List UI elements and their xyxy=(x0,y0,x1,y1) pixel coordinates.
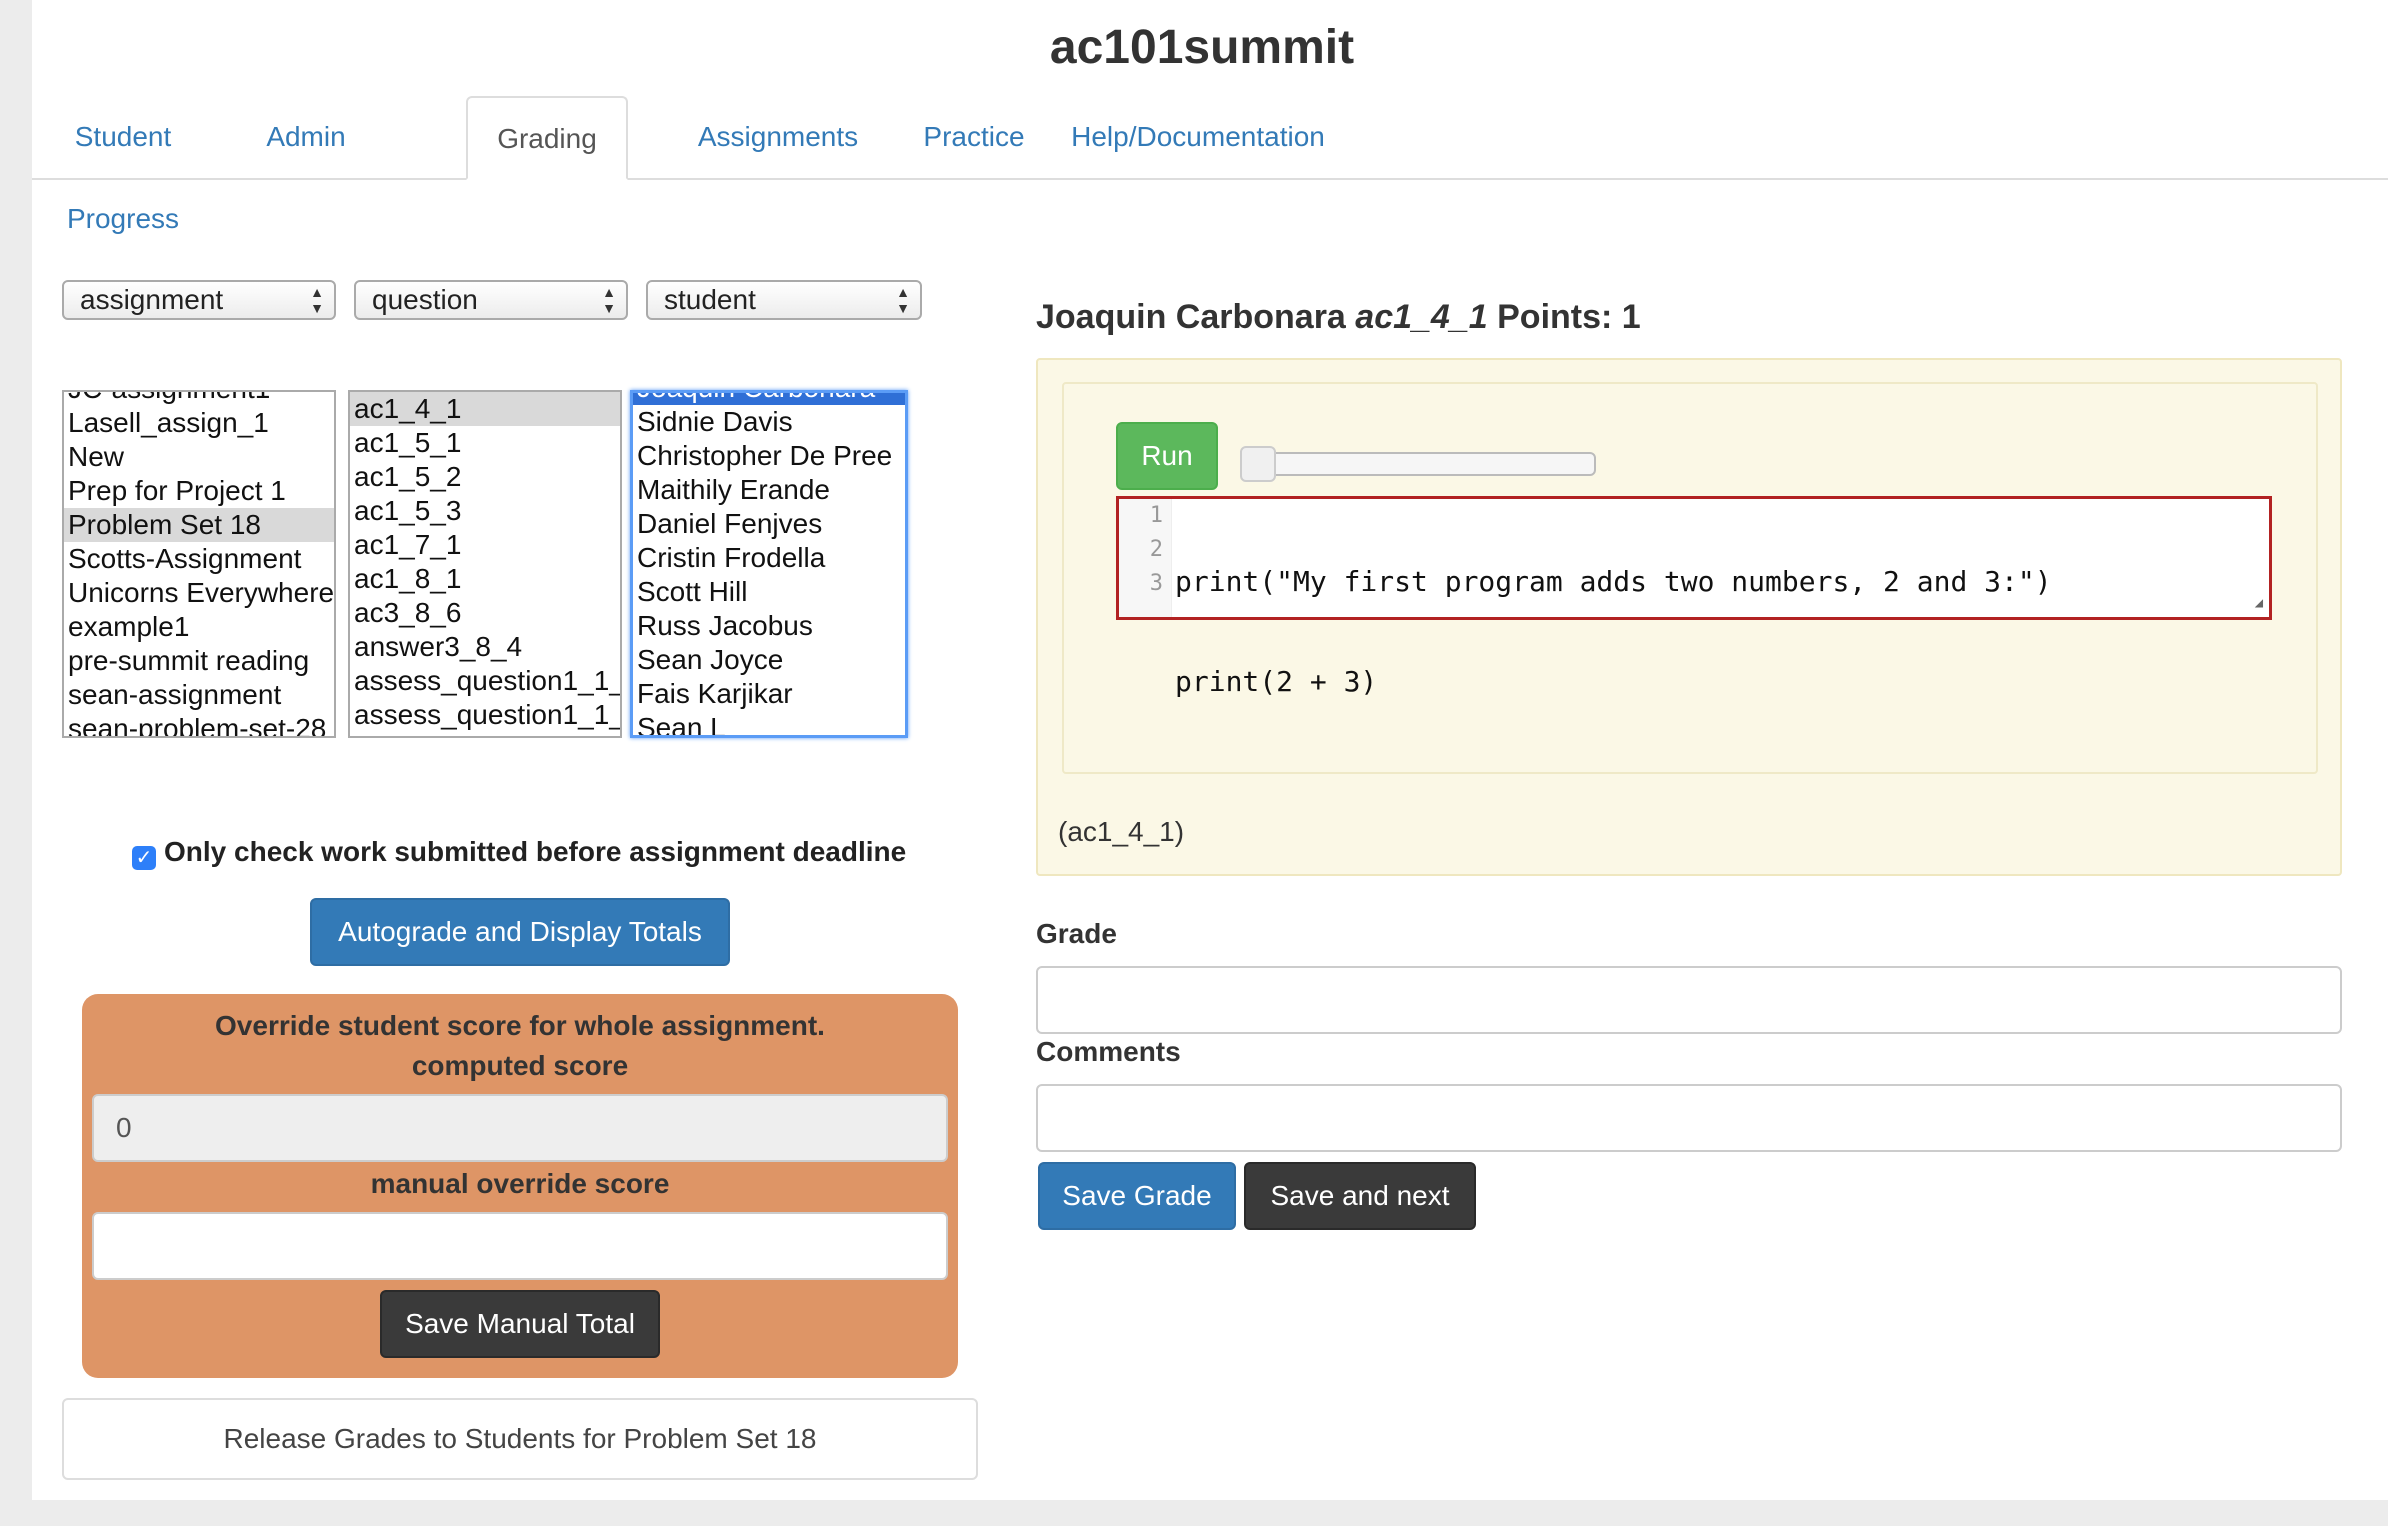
list-item[interactable]: Scott Hill xyxy=(633,575,905,609)
comments-label: Comments xyxy=(1036,1036,1181,1067)
list-item[interactable]: sean-assignment xyxy=(64,678,334,712)
list-item[interactable]: ac1_5_3 xyxy=(350,494,620,528)
list-item[interactable]: ac1_5_1 xyxy=(350,426,620,460)
question-select[interactable]: question ▲ ▼ xyxy=(354,280,628,320)
list-item[interactable]: Maithily Erande xyxy=(633,473,905,507)
grading-detail-heading: Joaquin Carbonara ac1_4_1 Points: 1 xyxy=(1036,298,1641,337)
list-item[interactable]: ac1_7_1 xyxy=(350,528,620,562)
list-item[interactable]: Scotts-Assignment xyxy=(64,542,334,576)
list-item[interactable]: answer3_8_4 xyxy=(350,630,620,664)
tab-grading[interactable]: Grading xyxy=(466,96,628,180)
list-item[interactable]: ac1_5_2 xyxy=(350,460,620,494)
list-item[interactable]: Russ Jacobus xyxy=(633,609,905,643)
points-label: Points: 1 xyxy=(1497,298,1641,336)
list-item[interactable]: assess_question1_1_ xyxy=(350,664,620,698)
manual-override-label: manual override score xyxy=(370,1168,670,1199)
list-item[interactable]: Sean L xyxy=(633,711,905,735)
line-gutter: 1 2 3 xyxy=(1119,499,1172,617)
student-select-value: student xyxy=(664,284,756,315)
student-select[interactable]: student ▲ ▼ xyxy=(646,280,922,320)
code-line[interactable]: print(2 + 3) xyxy=(1175,665,2052,699)
student-listbox[interactable]: Joaquin Carbonara Sidnie Davis Christoph… xyxy=(630,390,908,738)
list-item[interactable]: Lasell_assign_1 xyxy=(64,406,334,440)
override-heading: Override student score for whole assignm… xyxy=(215,1010,825,1041)
line-number: 2 xyxy=(1149,537,1163,562)
list-item[interactable]: JC-assignment1 xyxy=(64,392,334,406)
comments-input[interactable] xyxy=(1036,1084,2342,1152)
list-item[interactable]: Cristin Frodella xyxy=(633,541,905,575)
grade-input[interactable] xyxy=(1036,966,2342,1034)
resize-grip-icon[interactable]: ◢ xyxy=(2255,595,2263,611)
assignment-listbox[interactable]: JC-assignment1 Lasell_assign_1 New Prep … xyxy=(62,390,336,738)
release-grades-button[interactable]: Release Grades to Students for Problem S… xyxy=(62,1398,978,1480)
save-grade-button[interactable]: Save Grade xyxy=(1038,1162,1236,1230)
code-editor[interactable]: 1 2 3 print("My first program adds two n… xyxy=(1116,496,2272,698)
select-arrows-icon: ▲ ▼ xyxy=(896,284,910,316)
list-item[interactable]: Sean Joyce xyxy=(633,643,905,677)
deadline-check-label[interactable]: Only check work submitted before assignm… xyxy=(164,836,906,867)
list-item-selected[interactable]: Joaquin Carbonara xyxy=(633,393,905,405)
code-line[interactable] xyxy=(1175,765,2052,799)
nav-tabs: Student Progress Admin Grading Assignmen… xyxy=(32,96,2388,234)
tab-help-documentation[interactable]: Help/Documentation xyxy=(1060,96,1336,178)
tab-assignments[interactable]: Assignments xyxy=(664,96,892,178)
list-item[interactable]: Unicorns Everywhere xyxy=(64,576,334,610)
select-arrows-icon: ▲ ▼ xyxy=(602,284,616,316)
list-item[interactable]: Daniel Fenjves xyxy=(633,507,905,541)
grading-page: ac101summit Student Progress Admin Gradi… xyxy=(32,0,2388,1500)
list-item[interactable]: Fais Karjikar xyxy=(633,677,905,711)
assignment-select-value: assignment xyxy=(80,284,224,315)
grade-label: Grade xyxy=(1036,918,1117,949)
list-item[interactable]: sean-problem-set-28 xyxy=(64,712,334,736)
list-item-selected[interactable]: ac1_4_1 xyxy=(350,392,620,426)
activecode-container: Run 1 2 3 print("My first program adds t… xyxy=(1062,382,2318,774)
list-item[interactable]: Sidnie Davis xyxy=(633,405,905,439)
computed-score-field: 0 xyxy=(92,1094,948,1162)
question-listbox[interactable]: ac1_4_1 ac1_5_1 ac1_5_2 ac1_5_3 ac1_7_1 … xyxy=(348,390,622,738)
question-panel: Run 1 2 3 print("My first program adds t… xyxy=(1036,358,2342,876)
tab-admin[interactable]: Admin xyxy=(238,96,374,178)
list-item[interactable]: New xyxy=(64,440,334,474)
line-number: 1 xyxy=(1149,503,1163,528)
deadline-check-row: ✓ Only check work submitted before assign… xyxy=(132,836,906,870)
line-number: 3 xyxy=(1149,571,1163,596)
slider-handle[interactable] xyxy=(1240,446,1276,482)
computed-score-label: computed score xyxy=(411,1050,629,1081)
list-item[interactable]: example1 xyxy=(64,610,334,644)
question-select-value: question xyxy=(372,284,478,315)
tab-student-progress[interactable]: Student Progress xyxy=(32,96,214,234)
select-arrows-icon: ▲ ▼ xyxy=(310,284,324,316)
list-item[interactable]: assess_question1_1_ xyxy=(350,698,620,732)
history-slider[interactable] xyxy=(1240,446,1596,482)
deadline-checkbox[interactable]: ✓ xyxy=(132,846,156,870)
list-item[interactable]: Prep for Project 1 xyxy=(64,474,334,508)
code-line[interactable]: print("My first program adds two numbers… xyxy=(1175,565,2052,599)
autograde-button[interactable]: Autograde and Display Totals xyxy=(310,898,730,966)
question-reference: (ac1_4_1) xyxy=(1058,816,1185,847)
list-item[interactable]: Christopher De Pree xyxy=(633,439,905,473)
tab-practice[interactable]: Practice xyxy=(898,96,1050,178)
list-item-selected[interactable]: Problem Set 18 xyxy=(64,508,334,542)
save-manual-total-button[interactable]: Save Manual Total xyxy=(380,1290,660,1358)
list-item[interactable]: ac1_8_1 xyxy=(350,562,620,596)
question-id: ac1_4_1 xyxy=(1355,298,1488,336)
list-item[interactable]: ac3_8_6 xyxy=(350,596,620,630)
course-title: ac101summit xyxy=(1049,21,1355,74)
code-lines[interactable]: print("My first program adds two numbers… xyxy=(1175,499,2052,865)
run-button[interactable]: Run xyxy=(1116,422,1218,490)
override-panel: Override student score for whole assignm… xyxy=(82,994,958,1378)
list-item[interactable]: pre-summit reading xyxy=(64,644,334,678)
assignment-select[interactable]: assignment ▲ ▼ xyxy=(62,280,336,320)
student-name: Joaquin Carbonara xyxy=(1036,298,1346,336)
manual-override-input[interactable] xyxy=(92,1212,948,1280)
save-and-next-button[interactable]: Save and next xyxy=(1244,1162,1476,1230)
